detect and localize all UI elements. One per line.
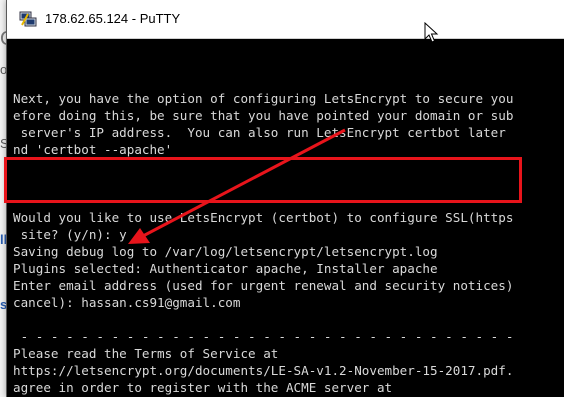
terminal-line: agree in order to register with the ACME… [13,380,393,395]
mouse-cursor-icon [424,22,439,43]
terminal-line: https://letsencrypt.org/documents/LE-SA-… [13,363,514,378]
terminal-line: Saving debug log to /var/log/letsencrypt… [13,244,438,259]
title-bar[interactable]: 178.62.65.124 - PuTTY [7,0,564,39]
putty-icon [19,11,37,27]
terminal-line: Next, you have the option of configuring… [13,91,514,106]
terminal-line: Would you like to use LetsEncrypt (certb… [13,210,514,225]
window-title: 178.62.65.124 - PuTTY [45,11,181,26]
terminal-line: site? (y/n): y [13,227,127,242]
terminal-line: cancel): hassan.cs91@gmail.com [13,295,241,310]
terminal-lines: Next, you have the option of configuring… [13,90,513,397]
highlight-box [4,157,522,203]
terminal-line: - - - - - - - - - - - - - - - - - - - - … [13,329,514,344]
terminal-output[interactable]: Next, you have the option of configuring… [13,39,564,397]
terminal-line: Enter email address (used for urgent ren… [13,278,514,293]
terminal-line: nd 'certbot --apache' [13,142,173,157]
terminal-line: server's IP address. You can also run Le… [13,125,506,140]
terminal-line: Plugins selected: Authenticator apache, … [13,261,438,276]
terminal-line: Please read the Terms of Service at [13,346,279,361]
terminal-line: efore doing this, be sure that you have … [13,108,514,123]
